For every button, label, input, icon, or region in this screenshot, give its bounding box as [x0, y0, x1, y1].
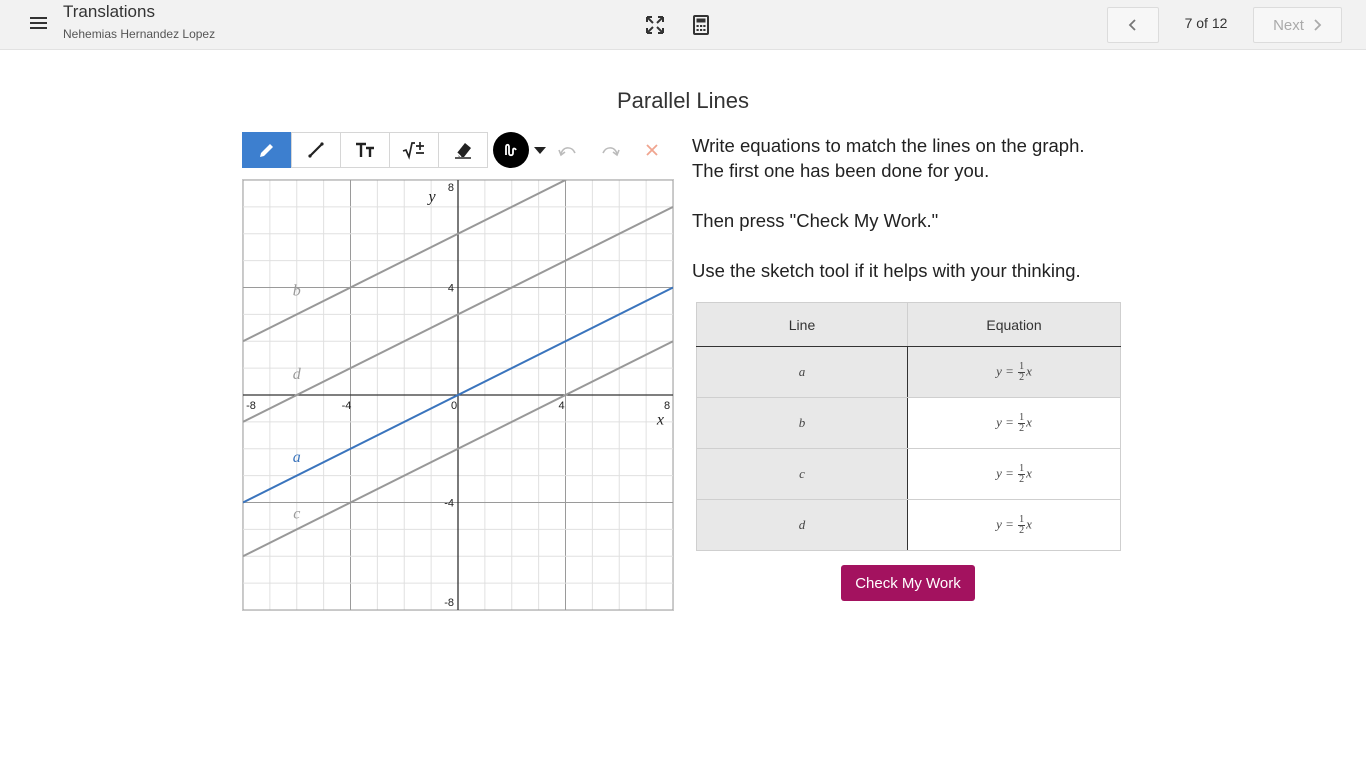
fraction: 12	[1018, 360, 1026, 383]
check-my-work-button[interactable]: Check My Work	[841, 565, 975, 601]
user-name: Nehemias Hernandez Lopez	[63, 27, 216, 41]
coordinate-graph[interactable]: -8 -4 0 4 8 8 4 -4 -8 x y a b c d	[242, 179, 674, 611]
text-tool-button[interactable]	[340, 132, 390, 168]
menu-icon[interactable]	[26, 12, 52, 34]
math-tool-button[interactable]	[389, 132, 439, 168]
pencil-tool-button[interactable]	[242, 132, 292, 168]
fraction-numerator: 1	[1018, 513, 1026, 526]
equation-cell[interactable]: y = 12x	[907, 499, 1121, 551]
line-name-cell: b	[696, 397, 908, 449]
table-row: b y = 12x	[696, 397, 1121, 449]
fraction-denominator: 2	[1019, 473, 1025, 485]
line-name-cell: c	[696, 448, 908, 500]
equation-table: Line Equation ay = 12xby = 12xcy = 12xdy…	[696, 302, 1121, 551]
eq-suffix: x	[1026, 515, 1032, 531]
line-name: c	[799, 466, 805, 481]
x-tick-label: 4	[558, 400, 564, 412]
expand-icon[interactable]	[644, 14, 666, 36]
y-axis-label: y	[426, 189, 436, 206]
y-tick-label: 8	[448, 182, 454, 194]
graph-canvas[interactable]: -8 -4 0 4 8 8 4 -4 -8 x y a b c d	[243, 180, 673, 610]
instructions: Write equations to match the lines on th…	[692, 133, 1152, 308]
clear-icon[interactable]	[640, 138, 664, 162]
line-tool-button[interactable]	[291, 132, 341, 168]
chevron-down-icon[interactable]	[534, 146, 546, 154]
instruction-line-3: Then press "Check My Work."	[692, 210, 939, 231]
line-label-c: c	[293, 506, 300, 523]
fraction-numerator: 1	[1018, 462, 1026, 475]
calculator-icon[interactable]	[690, 14, 712, 36]
x-tick-label: 0	[451, 400, 457, 412]
line-name: b	[798, 415, 806, 430]
color-picker[interactable]	[493, 132, 529, 168]
app-title: Translations	[63, 2, 155, 21]
x-axis-label: x	[656, 412, 664, 429]
pencil-icon	[260, 144, 273, 157]
x-tick-label: 8	[664, 400, 670, 412]
table-row: d y = 12x	[696, 499, 1121, 551]
eq-prefix: y =	[996, 464, 1014, 480]
page-count: 7 of 12	[1184, 15, 1228, 31]
line-label-b: b	[293, 283, 301, 300]
fraction: 12	[1018, 462, 1026, 485]
instruction-line-4: Use the sketch tool if it helps with you…	[692, 260, 1081, 281]
eq-suffix: x	[1026, 362, 1032, 378]
undo-icon[interactable]	[556, 138, 580, 162]
fraction-numerator: 1	[1018, 411, 1026, 424]
table-header-equation: Equation	[907, 302, 1121, 347]
eraser-tool-button[interactable]	[438, 132, 488, 168]
x-tick-label: -4	[342, 400, 352, 412]
eq-suffix: x	[1026, 464, 1032, 480]
redo-icon[interactable]	[598, 138, 622, 162]
text-icon	[356, 142, 374, 157]
fraction-denominator: 2	[1019, 371, 1025, 383]
eraser-icon	[455, 143, 471, 159]
line-label-d: d	[293, 366, 302, 383]
table-row: c y = 12x	[696, 448, 1121, 500]
top-bar: Translations Nehemias Hernandez Lopez 7 …	[0, 0, 1366, 50]
equation-cell: y = 12x	[907, 346, 1121, 398]
equation-cell[interactable]: y = 12x	[907, 448, 1121, 500]
table-header-line: Line	[696, 302, 908, 347]
sketch-toolbar	[242, 132, 664, 168]
table-row: a y = 12x	[696, 346, 1121, 398]
fraction: 12	[1018, 411, 1026, 434]
eq-suffix: x	[1026, 413, 1032, 429]
line-name: a	[798, 364, 806, 379]
y-tick-label: -4	[444, 498, 454, 510]
y-tick-label: 4	[448, 283, 454, 295]
fraction: 12	[1018, 513, 1026, 536]
instruction-line-2: The first one has been done for you.	[692, 160, 990, 181]
page-title: Parallel Lines	[616, 88, 750, 113]
eq-prefix: y =	[996, 515, 1014, 531]
chevron-right-icon	[1314, 19, 1322, 31]
next-button[interactable]: Next	[1253, 7, 1342, 43]
math-icon	[402, 142, 424, 160]
eq-prefix: y =	[996, 413, 1014, 429]
instruction-line-1: Write equations to match the lines on th…	[692, 135, 1085, 156]
next-label: Next	[1273, 16, 1304, 34]
line-icon	[308, 142, 324, 158]
eq-prefix: y =	[996, 362, 1014, 378]
fraction-denominator: 2	[1019, 422, 1025, 434]
fraction-numerator: 1	[1018, 360, 1026, 373]
header-titles: Translations Nehemias Hernandez Lopez	[63, 2, 215, 41]
fraction-denominator: 2	[1019, 524, 1025, 536]
line-name-cell: a	[696, 346, 908, 398]
y-tick-label: -8	[444, 597, 454, 609]
previous-button[interactable]	[1107, 7, 1159, 43]
equation-cell[interactable]: y = 12x	[907, 397, 1121, 449]
line-name-cell: d	[696, 499, 908, 551]
line-name: d	[798, 517, 806, 532]
line-label-a: a	[293, 449, 301, 466]
x-tick-label: -8	[246, 400, 256, 412]
squiggle-icon	[505, 143, 517, 157]
chevron-left-icon	[1128, 19, 1136, 31]
